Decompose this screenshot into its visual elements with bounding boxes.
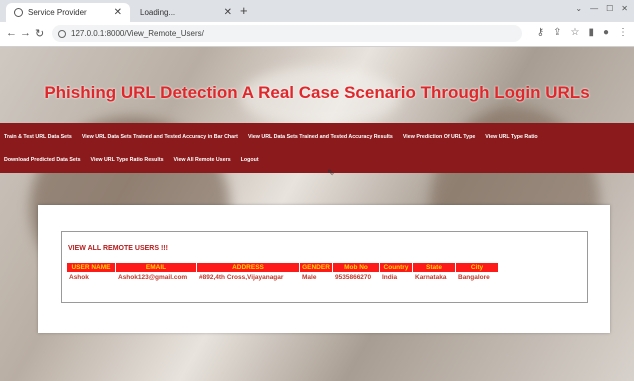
menu-prediction[interactable]: View Prediction Of URL Type [403, 134, 475, 140]
new-tab-button[interactable]: + [240, 3, 248, 18]
globe-icon [14, 8, 23, 17]
tab-loading[interactable]: Loading... ✕ [130, 3, 240, 22]
table-row: Ashok Ashok123@gmail.com #892,4th Cross,… [67, 272, 498, 283]
menu-type-ratio[interactable]: View URL Type Ratio [485, 134, 537, 140]
url-text: 127.0.0.1:8000/View_Remote_Users/ [71, 29, 204, 38]
users-heading: VIEW ALL REMOTE USERS !!! [68, 245, 168, 252]
users-table: USER NAME EMAIL ADDRESS GENDER Mob No Co… [66, 263, 499, 283]
users-card: VIEW ALL REMOTE USERS !!! USER NAME EMAI… [38, 205, 610, 333]
cell-address: #892,4th Cross,Vijayanagar [199, 274, 284, 281]
minimize-icon[interactable]: — [590, 4, 598, 13]
cell-city: Bangalore [458, 274, 490, 281]
page-title: Phishing URL Detection A Real Case Scena… [44, 83, 590, 102]
back-icon[interactable]: ← [6, 27, 17, 39]
profile-icon[interactable]: ● [603, 27, 609, 38]
menu-remote-users[interactable]: View All Remote Users [174, 157, 231, 163]
url-input[interactable]: 127.0.0.1:8000/View_Remote_Users/ [52, 25, 522, 42]
mouse-cursor-icon: ⇖ [327, 167, 335, 177]
table-header-row: USER NAME EMAIL ADDRESS GENDER Mob No Co… [67, 263, 498, 272]
col-city: City [456, 263, 498, 272]
menu-download[interactable]: Download Predicted Data Sets [4, 157, 81, 163]
menu-train-test[interactable]: Train & Test URL Data Sets [4, 134, 72, 140]
nav-menu: Train & Test URL Data Sets View URL Data… [0, 123, 634, 173]
reload-icon[interactable]: ↻ [35, 27, 44, 40]
key-icon[interactable]: ⚷ [537, 27, 544, 38]
cell-country: India [382, 274, 398, 281]
cell-username: Ashok [69, 274, 89, 281]
menu-row: Download Predicted Data Sets View URL Ty… [0, 149, 634, 171]
close-window-icon[interactable]: ✕ [621, 4, 628, 13]
col-email: EMAIL [116, 263, 196, 272]
tab-title: Service Provider [28, 8, 87, 17]
cell-mobile: 9535866270 [335, 274, 372, 281]
menu-logout[interactable]: Logout [241, 157, 259, 163]
forward-icon[interactable]: → [20, 27, 31, 39]
cell-email: Ashok123@gmail.com [118, 274, 188, 281]
page-content: Phishing URL Detection A Real Case Scena… [0, 47, 634, 381]
sidepanel-icon[interactable]: ▮ [588, 27, 594, 38]
menu-bar-chart[interactable]: View URL Data Sets Trained and Tested Ac… [82, 134, 238, 140]
col-username: USER NAME [67, 263, 115, 272]
tab-service-provider[interactable]: Service Provider ✕ [6, 3, 130, 22]
col-gender: GENDER [300, 263, 332, 272]
window-controls: ⌄ — ☐ ✕ [575, 4, 628, 13]
cell-gender: Male [302, 274, 317, 281]
info-icon[interactable] [58, 29, 66, 38]
close-icon[interactable]: ✕ [224, 7, 232, 18]
users-panel: VIEW ALL REMOTE USERS !!! USER NAME EMAI… [61, 231, 588, 303]
menu-icon[interactable]: ⋮ [618, 27, 628, 38]
maximize-icon[interactable]: ☐ [606, 4, 613, 13]
menu-ratio-results[interactable]: View URL Type Ratio Results [91, 157, 164, 163]
col-address: ADDRESS [197, 263, 299, 272]
chevron-down-icon[interactable]: ⌄ [575, 4, 582, 13]
close-icon[interactable]: ✕ [114, 7, 122, 18]
share-icon[interactable]: ⇪ [553, 27, 561, 38]
menu-accuracy-results[interactable]: View URL Data Sets Trained and Tested Ac… [248, 134, 393, 140]
col-state: State [413, 263, 455, 272]
star-icon[interactable]: ☆ [570, 27, 579, 38]
browser-tab-bar: Service Provider ✕ Loading... ✕ + ⌄ — ☐ … [0, 0, 634, 22]
menu-row: Train & Test URL Data Sets View URL Data… [0, 126, 634, 148]
col-mobile: Mob No [333, 263, 379, 272]
address-bar: ← → ↻ 127.0.0.1:8000/View_Remote_Users/ … [0, 22, 634, 47]
cell-state: Karnataka [415, 274, 447, 281]
col-country: Country [380, 263, 412, 272]
toolbar-icons: ⚷ ⇪ ☆ ▮ ● ⋮ [537, 27, 628, 38]
tab-title: Loading... [140, 8, 176, 17]
